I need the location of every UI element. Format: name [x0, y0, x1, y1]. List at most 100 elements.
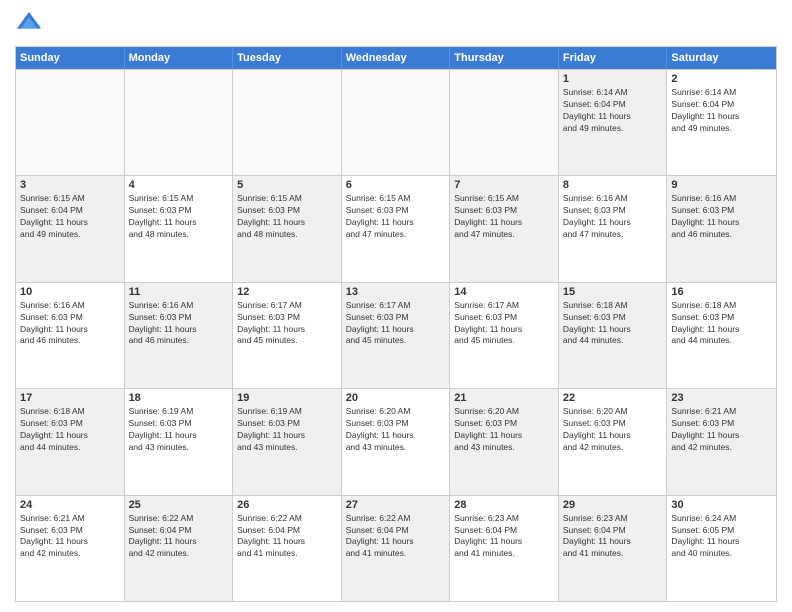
calendar-cell: 12 Sunrise: 6:17 AM Sunset: 6:03 PM Dayli…: [233, 283, 342, 388]
day-info: Sunrise: 6:24 AM Sunset: 6:05 PM Dayligh…: [671, 513, 772, 561]
calendar-row: 24 Sunrise: 6:21 AM Sunset: 6:03 PM Dayli…: [16, 495, 776, 601]
calendar-cell: 3 Sunrise: 6:15 AM Sunset: 6:04 PM Daylig…: [16, 176, 125, 281]
page: SundayMondayTuesdayWednesdayThursdayFrid…: [0, 0, 792, 612]
calendar-cell: 25 Sunrise: 6:22 AM Sunset: 6:04 PM Dayli…: [125, 496, 234, 601]
calendar-header-cell: Saturday: [667, 47, 776, 69]
day-number: 3: [20, 179, 120, 191]
day-number: 13: [346, 286, 446, 298]
calendar-cell: 23Sunrise: 6:21 AM Sunset: 6:03 PM Dayli…: [667, 389, 776, 494]
day-number: 9: [671, 179, 772, 191]
calendar-header: SundayMondayTuesdayWednesdayThursdayFrid…: [16, 47, 776, 69]
calendar-cell: [233, 70, 342, 175]
header: [15, 10, 777, 38]
calendar-cell: 21 Sunrise: 6:20 AM Sunset: 6:03 PM Dayli…: [450, 389, 559, 494]
logo-icon: [15, 10, 43, 38]
day-info: Sunrise: 6:22 AM Sunset: 6:04 PM Dayligh…: [129, 513, 229, 561]
calendar-row: 10 Sunrise: 6:16 AM Sunset: 6:03 PM Dayli…: [16, 282, 776, 388]
day-info: Sunrise: 6:23 AM Sunset: 6:04 PM Dayligh…: [454, 513, 554, 561]
calendar-cell: 30 Sunrise: 6:24 AM Sunset: 6:05 PM Dayli…: [667, 496, 776, 601]
calendar-cell: 9 Sunrise: 6:16 AM Sunset: 6:03 PM Daylig…: [667, 176, 776, 281]
calendar-cell: [16, 70, 125, 175]
day-number: 29: [563, 499, 663, 511]
calendar-cell: 16 Sunrise: 6:18 AM Sunset: 6:03 PM Dayli…: [667, 283, 776, 388]
day-number: 24: [20, 499, 120, 511]
day-number: 21: [454, 392, 554, 404]
calendar-cell: 19Sunrise: 6:19 AM Sunset: 6:03 PM Dayli…: [233, 389, 342, 494]
day-info: Sunrise: 6:18 AM Sunset: 6:03 PM Dayligh…: [671, 300, 772, 348]
calendar-cell: 13 Sunrise: 6:17 AM Sunset: 6:03 PM Dayli…: [342, 283, 451, 388]
day-info: Sunrise: 6:23 AM Sunset: 6:04 PM Dayligh…: [563, 513, 663, 561]
day-info: Sunrise: 6:19 AM Sunset: 6:03 PM Dayligh…: [129, 406, 229, 454]
calendar-cell: [342, 70, 451, 175]
calendar: SundayMondayTuesdayWednesdayThursdayFrid…: [15, 46, 777, 602]
day-number: 28: [454, 499, 554, 511]
calendar-cell: 4 Sunrise: 6:15 AM Sunset: 6:03 PM Daylig…: [125, 176, 234, 281]
day-number: 23: [671, 392, 772, 404]
day-number: 30: [671, 499, 772, 511]
day-number: 1: [563, 73, 663, 85]
calendar-row: 17Sunrise: 6:18 AM Sunset: 6:03 PM Dayli…: [16, 388, 776, 494]
day-info: Sunrise: 6:16 AM Sunset: 6:03 PM Dayligh…: [671, 193, 772, 241]
day-info: Sunrise: 6:20 AM Sunset: 6:03 PM Dayligh…: [454, 406, 554, 454]
calendar-cell: 2Sunrise: 6:14 AM Sunset: 6:04 PM Daylig…: [667, 70, 776, 175]
day-info: Sunrise: 6:17 AM Sunset: 6:03 PM Dayligh…: [237, 300, 337, 348]
calendar-header-cell: Sunday: [16, 47, 125, 69]
day-number: 12: [237, 286, 337, 298]
calendar-row: 3 Sunrise: 6:15 AM Sunset: 6:04 PM Daylig…: [16, 175, 776, 281]
day-info: Sunrise: 6:18 AM Sunset: 6:03 PM Dayligh…: [20, 406, 120, 454]
day-number: 2: [671, 73, 772, 85]
day-number: 8: [563, 179, 663, 191]
calendar-row: 1 Sunrise: 6:14 AM Sunset: 6:04 PM Daylig…: [16, 69, 776, 175]
calendar-cell: 7 Sunrise: 6:15 AM Sunset: 6:03 PM Daylig…: [450, 176, 559, 281]
day-info: Sunrise: 6:14 AM Sunset: 6:04 PM Dayligh…: [563, 87, 663, 135]
calendar-header-cell: Tuesday: [233, 47, 342, 69]
day-number: 5: [237, 179, 337, 191]
day-info: Sunrise: 6:15 AM Sunset: 6:04 PM Dayligh…: [20, 193, 120, 241]
calendar-header-cell: Wednesday: [342, 47, 451, 69]
calendar-cell: 28 Sunrise: 6:23 AM Sunset: 6:04 PM Dayli…: [450, 496, 559, 601]
calendar-cell: 22Sunrise: 6:20 AM Sunset: 6:03 PM Dayli…: [559, 389, 668, 494]
calendar-cell: 6Sunrise: 6:15 AM Sunset: 6:03 PM Daylig…: [342, 176, 451, 281]
calendar-body: 1 Sunrise: 6:14 AM Sunset: 6:04 PM Daylig…: [16, 69, 776, 601]
calendar-cell: 1 Sunrise: 6:14 AM Sunset: 6:04 PM Daylig…: [559, 70, 668, 175]
day-number: 6: [346, 179, 446, 191]
calendar-cell: [125, 70, 234, 175]
day-number: 14: [454, 286, 554, 298]
calendar-cell: 17Sunrise: 6:18 AM Sunset: 6:03 PM Dayli…: [16, 389, 125, 494]
logo: [15, 10, 47, 38]
calendar-cell: 10 Sunrise: 6:16 AM Sunset: 6:03 PM Dayli…: [16, 283, 125, 388]
day-info: Sunrise: 6:16 AM Sunset: 6:03 PM Dayligh…: [20, 300, 120, 348]
calendar-cell: 29 Sunrise: 6:23 AM Sunset: 6:04 PM Dayli…: [559, 496, 668, 601]
day-info: Sunrise: 6:17 AM Sunset: 6:03 PM Dayligh…: [454, 300, 554, 348]
day-number: 25: [129, 499, 229, 511]
calendar-cell: 14 Sunrise: 6:17 AM Sunset: 6:03 PM Dayli…: [450, 283, 559, 388]
day-info: Sunrise: 6:15 AM Sunset: 6:03 PM Dayligh…: [129, 193, 229, 241]
calendar-cell: 27 Sunrise: 6:22 AM Sunset: 6:04 PM Dayli…: [342, 496, 451, 601]
calendar-cell: 26Sunrise: 6:22 AM Sunset: 6:04 PM Dayli…: [233, 496, 342, 601]
day-number: 27: [346, 499, 446, 511]
day-info: Sunrise: 6:16 AM Sunset: 6:03 PM Dayligh…: [563, 193, 663, 241]
day-number: 11: [129, 286, 229, 298]
day-info: Sunrise: 6:16 AM Sunset: 6:03 PM Dayligh…: [129, 300, 229, 348]
day-info: Sunrise: 6:18 AM Sunset: 6:03 PM Dayligh…: [563, 300, 663, 348]
day-info: Sunrise: 6:20 AM Sunset: 6:03 PM Dayligh…: [346, 406, 446, 454]
calendar-cell: 24 Sunrise: 6:21 AM Sunset: 6:03 PM Dayli…: [16, 496, 125, 601]
day-info: Sunrise: 6:22 AM Sunset: 6:04 PM Dayligh…: [346, 513, 446, 561]
calendar-cell: 8 Sunrise: 6:16 AM Sunset: 6:03 PM Daylig…: [559, 176, 668, 281]
day-info: Sunrise: 6:17 AM Sunset: 6:03 PM Dayligh…: [346, 300, 446, 348]
day-info: Sunrise: 6:21 AM Sunset: 6:03 PM Dayligh…: [20, 513, 120, 561]
day-info: Sunrise: 6:20 AM Sunset: 6:03 PM Dayligh…: [563, 406, 663, 454]
calendar-header-cell: Monday: [125, 47, 234, 69]
day-info: Sunrise: 6:15 AM Sunset: 6:03 PM Dayligh…: [454, 193, 554, 241]
day-number: 15: [563, 286, 663, 298]
calendar-cell: 18 Sunrise: 6:19 AM Sunset: 6:03 PM Dayli…: [125, 389, 234, 494]
calendar-cell: 11 Sunrise: 6:16 AM Sunset: 6:03 PM Dayli…: [125, 283, 234, 388]
day-number: 20: [346, 392, 446, 404]
day-number: 16: [671, 286, 772, 298]
day-number: 4: [129, 179, 229, 191]
day-number: 10: [20, 286, 120, 298]
day-number: 18: [129, 392, 229, 404]
day-info: Sunrise: 6:22 AM Sunset: 6:04 PM Dayligh…: [237, 513, 337, 561]
calendar-header-cell: Friday: [559, 47, 668, 69]
day-number: 7: [454, 179, 554, 191]
